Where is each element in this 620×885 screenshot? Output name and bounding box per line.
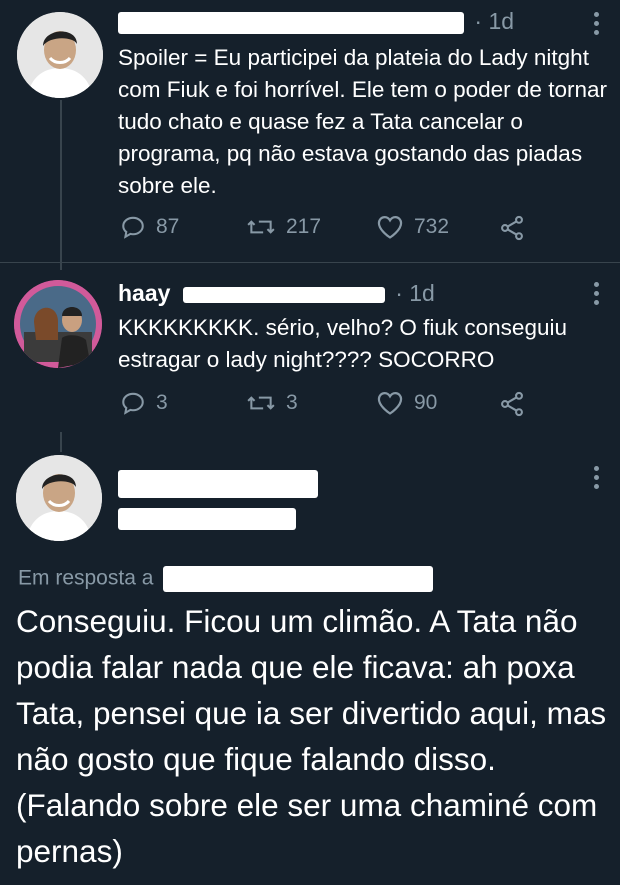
tweet-header: haay · 1d xyxy=(118,280,435,307)
retweet-button[interactable]: 3 xyxy=(246,390,298,416)
reply-icon xyxy=(122,216,144,239)
share-button[interactable] xyxy=(498,390,526,418)
avatar[interactable] xyxy=(17,12,103,98)
like-button[interactable]: 732 xyxy=(376,214,449,240)
reply-button[interactable]: 87 xyxy=(120,214,179,240)
main-tweet-text: Conseguiu. Ficou um climão. A Tata não p… xyxy=(16,603,607,869)
reply-button[interactable]: 3 xyxy=(120,390,168,416)
like-button[interactable]: 90 xyxy=(376,390,437,416)
tweet-text: KKKKKKKKK. sério, velho? O fiuk consegui… xyxy=(118,315,567,372)
share-button[interactable] xyxy=(498,214,526,242)
like-count: 732 xyxy=(414,215,450,238)
tweet-actions: 3 3 90 xyxy=(118,390,608,420)
author-handle-redacted[interactable] xyxy=(118,508,296,530)
retweet-icon xyxy=(247,396,275,410)
tweet-actions: 87 217 732 xyxy=(118,214,608,244)
author-handle-redacted[interactable] xyxy=(182,286,385,303)
more-icon[interactable] xyxy=(592,12,600,35)
reply-to-handle-redacted[interactable] xyxy=(163,566,434,592)
reply-count: 87 xyxy=(156,215,180,238)
thread-line xyxy=(60,100,62,270)
like-icon xyxy=(377,215,403,239)
share-icon xyxy=(501,215,523,241)
more-icon[interactable] xyxy=(592,282,600,305)
avatar[interactable] xyxy=(16,455,102,541)
tweet-time[interactable]: · 1d xyxy=(474,8,514,34)
retweet-count: 217 xyxy=(286,215,322,238)
like-icon xyxy=(377,391,403,415)
tweet-text: Spoiler = Eu participei da plateia do La… xyxy=(118,45,607,198)
reply-to-prefix: Em resposta a xyxy=(18,566,154,590)
author-name[interactable]: haay xyxy=(118,280,170,306)
author-name-redacted[interactable] xyxy=(118,11,464,34)
tweet-header: · 1d xyxy=(118,8,514,35)
reply-count: 3 xyxy=(156,391,168,414)
more-icon[interactable] xyxy=(592,466,600,489)
retweet-icon xyxy=(247,220,275,234)
like-count: 90 xyxy=(414,391,438,414)
reply-icon xyxy=(122,392,144,415)
retweet-count: 3 xyxy=(286,391,298,414)
divider xyxy=(0,262,620,263)
reply-to: Em resposta a xyxy=(18,566,434,592)
retweet-button[interactable]: 217 xyxy=(246,214,321,240)
share-icon xyxy=(501,391,523,417)
tweet-time[interactable]: · 1d xyxy=(395,280,435,306)
thread-line xyxy=(60,432,62,452)
avatar[interactable] xyxy=(14,280,102,368)
author-name-redacted[interactable] xyxy=(118,470,318,498)
